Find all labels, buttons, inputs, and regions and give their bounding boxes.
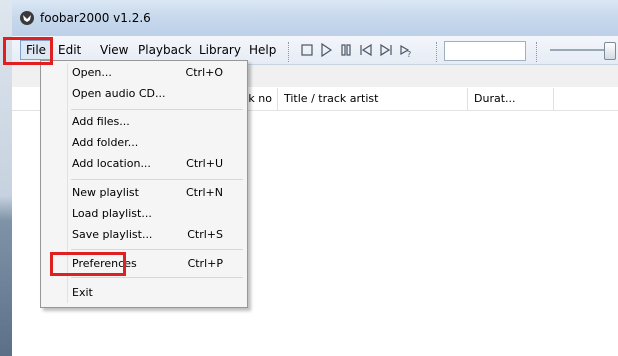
menu-item-load-playlist[interactable]: Load playlist... bbox=[41, 204, 245, 224]
search-input[interactable] bbox=[444, 41, 526, 61]
menu-item-label: Add location... bbox=[72, 157, 151, 170]
menu-separator bbox=[71, 109, 243, 110]
menu-separator bbox=[71, 277, 243, 278]
previous-icon[interactable] bbox=[359, 42, 373, 58]
app-window: foobar2000 v1.2.6 File Edit View Playbac… bbox=[12, 0, 618, 356]
menu-edit[interactable]: Edit bbox=[58, 42, 81, 58]
column-duration[interactable]: Durat... bbox=[468, 88, 554, 110]
highlight-box-file-menu bbox=[3, 37, 53, 65]
window-title: foobar2000 v1.2.6 bbox=[40, 11, 151, 25]
volume-slider-thumb[interactable] bbox=[604, 42, 616, 60]
next-icon[interactable] bbox=[379, 42, 393, 58]
menu-item-label: Add folder... bbox=[72, 136, 139, 149]
toolbar-separator bbox=[288, 42, 293, 62]
menu-item-add-files[interactable]: Add files... bbox=[41, 112, 245, 132]
menu-playback[interactable]: Playback bbox=[138, 42, 192, 58]
menu-item-label: Add files... bbox=[72, 115, 130, 128]
menu-item-label: Load playlist... bbox=[72, 207, 152, 220]
column-title-artist[interactable]: Title / track artist bbox=[278, 88, 468, 110]
menu-item-save-playlist[interactable]: Save playlist... Ctrl+S bbox=[41, 225, 245, 245]
menu-item-shortcut: Ctrl+O bbox=[185, 66, 223, 79]
title-bar[interactable]: foobar2000 v1.2.6 bbox=[12, 0, 618, 36]
menu-item-open-audio-cd[interactable]: Open audio CD... bbox=[41, 84, 245, 104]
menu-view[interactable]: View bbox=[100, 42, 128, 58]
foobar-app-icon bbox=[20, 11, 34, 25]
svg-text:?: ? bbox=[407, 50, 411, 58]
menu-item-shortcut: Ctrl+S bbox=[187, 228, 223, 241]
menu-separator bbox=[71, 179, 243, 180]
random-icon[interactable]: ? bbox=[399, 42, 413, 58]
toolbar-separator bbox=[536, 42, 541, 62]
volume-track[interactable] bbox=[550, 49, 610, 51]
toolbar-separator bbox=[436, 42, 441, 62]
menu-item-shortcut: Ctrl+N bbox=[185, 186, 223, 199]
menu-item-shortcut: Ctrl+U bbox=[186, 157, 223, 170]
menu-item-exit[interactable]: Exit bbox=[41, 283, 245, 303]
menu-help[interactable]: Help bbox=[249, 42, 276, 58]
pause-icon[interactable] bbox=[339, 42, 353, 58]
menu-item-label: Save playlist... bbox=[72, 228, 153, 241]
menu-item-label: Open audio CD... bbox=[72, 87, 166, 100]
menu-item-label: Open... bbox=[72, 66, 112, 79]
menu-item-shortcut: Ctrl+P bbox=[187, 257, 223, 270]
menu-item-label: New playlist bbox=[72, 186, 139, 199]
play-icon[interactable] bbox=[319, 42, 333, 58]
menu-item-open[interactable]: Open... Ctrl+O bbox=[41, 63, 245, 83]
menu-item-new-playlist[interactable]: New playlist Ctrl+N bbox=[41, 183, 245, 203]
menu-separator bbox=[71, 249, 243, 250]
menu-item-add-folder[interactable]: Add folder... bbox=[41, 133, 245, 153]
stop-icon[interactable] bbox=[300, 42, 314, 58]
menu-library[interactable]: Library bbox=[199, 42, 241, 58]
menu-item-add-location[interactable]: Add location... Ctrl+U bbox=[41, 154, 245, 174]
highlight-box-preferences bbox=[50, 252, 126, 276]
menu-item-label: Exit bbox=[72, 286, 93, 299]
